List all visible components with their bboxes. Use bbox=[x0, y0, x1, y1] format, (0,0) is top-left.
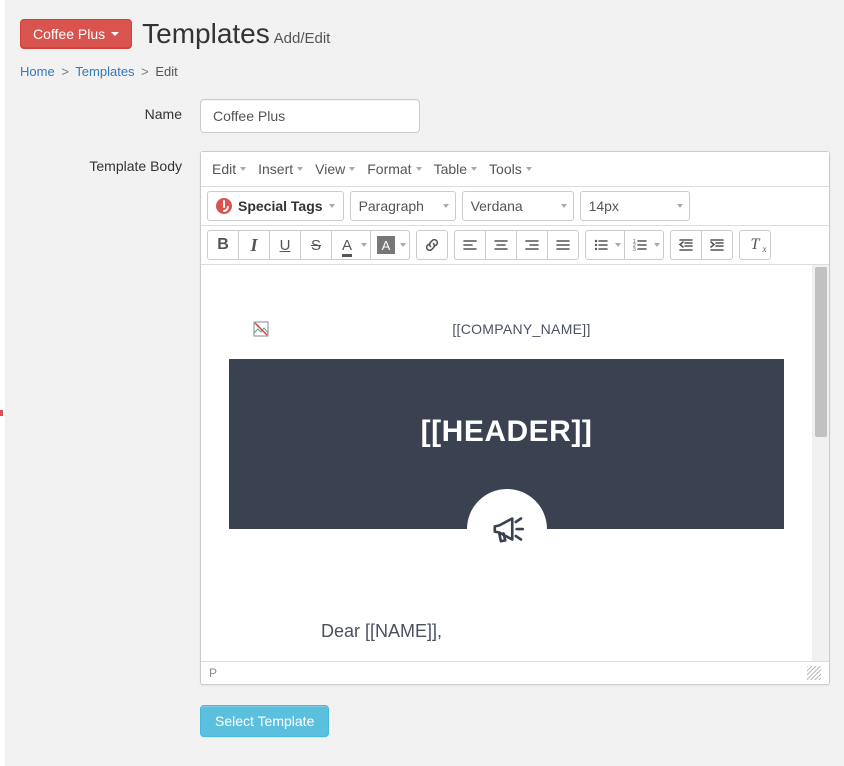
company-name-placeholder: [[COMPANY_NAME]] bbox=[283, 321, 760, 337]
chevron-down-icon bbox=[240, 167, 246, 171]
italic-button[interactable]: I bbox=[238, 230, 270, 260]
menu-edit[interactable]: Edit bbox=[207, 156, 251, 182]
name-input[interactable] bbox=[200, 99, 420, 133]
editor-menubar: Edit Insert View Format Table Tools bbox=[201, 152, 829, 187]
outdent-button[interactable] bbox=[670, 230, 702, 260]
broken-image-icon bbox=[253, 321, 269, 337]
name-label: Name bbox=[20, 99, 200, 122]
page-title: Templates bbox=[142, 18, 270, 49]
breadcrumb-current: Edit bbox=[155, 64, 177, 79]
outdent-icon bbox=[678, 237, 694, 253]
body-label: Template Body bbox=[20, 151, 200, 174]
text-color-button[interactable]: A bbox=[331, 230, 371, 260]
tag-icon bbox=[216, 198, 232, 214]
align-left-icon bbox=[462, 237, 478, 253]
breadcrumb-home[interactable]: Home bbox=[20, 64, 55, 79]
chevron-down-icon bbox=[416, 167, 422, 171]
editor-scrollbar[interactable] bbox=[812, 265, 829, 661]
site-selector-button[interactable]: Coffee Plus bbox=[20, 19, 132, 49]
svg-text:3: 3 bbox=[633, 247, 636, 253]
chevron-down-icon bbox=[561, 204, 567, 208]
clear-formatting-icon: Tx bbox=[751, 236, 760, 254]
megaphone-badge bbox=[467, 489, 547, 569]
editor-toolbar-row-1: Special Tags Paragraph Verdana 14px bbox=[201, 187, 829, 226]
rich-text-editor: Edit Insert View Format Table Tools Spec… bbox=[200, 151, 830, 685]
site-selector-label: Coffee Plus bbox=[33, 26, 105, 42]
breadcrumb-templates[interactable]: Templates bbox=[75, 64, 134, 79]
bullet-list-icon bbox=[593, 237, 609, 253]
text-color-icon: A bbox=[342, 237, 352, 254]
font-size-select[interactable]: 14px bbox=[580, 191, 690, 221]
greeting-text: Dear [[NAME]], bbox=[229, 621, 784, 642]
editor-canvas[interactable]: [[COMPANY_NAME]] [[HEADER]] Dear [[NAM bbox=[201, 265, 812, 661]
bold-icon: B bbox=[217, 237, 229, 253]
italic-icon: I bbox=[250, 236, 257, 254]
megaphone-icon bbox=[486, 508, 528, 550]
bullet-list-button[interactable] bbox=[585, 230, 625, 260]
chevron-down-icon bbox=[329, 204, 335, 208]
caret-down-icon bbox=[111, 32, 119, 36]
scrollbar-thumb[interactable] bbox=[815, 267, 827, 437]
underline-icon: U bbox=[280, 238, 291, 253]
align-left-button[interactable] bbox=[454, 230, 486, 260]
clear-formatting-button[interactable]: Tx bbox=[739, 230, 771, 260]
special-tags-button[interactable]: Special Tags bbox=[207, 191, 344, 221]
page-title-wrap: Templates Add/Edit bbox=[142, 18, 330, 50]
strikethrough-button[interactable]: S bbox=[300, 230, 332, 260]
chevron-down-icon bbox=[471, 167, 477, 171]
page-header: Coffee Plus Templates Add/Edit bbox=[20, 18, 838, 50]
align-right-icon bbox=[524, 237, 540, 253]
align-justify-icon bbox=[555, 237, 571, 253]
numbered-list-icon: 123 bbox=[632, 237, 648, 253]
indent-button[interactable] bbox=[701, 230, 733, 260]
font-family-select[interactable]: Verdana bbox=[462, 191, 574, 221]
chevron-down-icon bbox=[297, 167, 303, 171]
menu-tools[interactable]: Tools bbox=[484, 156, 537, 182]
chevron-down-icon bbox=[526, 167, 532, 171]
background-color-button[interactable]: A bbox=[370, 230, 410, 260]
indent-icon bbox=[709, 237, 725, 253]
align-center-button[interactable] bbox=[485, 230, 517, 260]
align-center-icon bbox=[493, 237, 509, 253]
menu-format[interactable]: Format bbox=[362, 156, 426, 182]
resize-handle[interactable] bbox=[807, 666, 821, 680]
menu-insert[interactable]: Insert bbox=[253, 156, 308, 182]
chevron-down-icon bbox=[443, 204, 449, 208]
block-format-select[interactable]: Paragraph bbox=[350, 191, 456, 221]
chevron-down-icon bbox=[349, 167, 355, 171]
insert-link-button[interactable] bbox=[416, 230, 448, 260]
chevron-down-icon bbox=[677, 204, 683, 208]
underline-button[interactable]: U bbox=[269, 230, 301, 260]
numbered-list-button[interactable]: 123 bbox=[624, 230, 664, 260]
breadcrumb-sep: > bbox=[61, 64, 69, 79]
align-justify-button[interactable] bbox=[547, 230, 579, 260]
strikethrough-icon: S bbox=[311, 238, 321, 253]
menu-view[interactable]: View bbox=[310, 156, 360, 182]
editor-statusbar: P bbox=[201, 661, 829, 684]
status-path[interactable]: P bbox=[209, 666, 217, 680]
menu-table[interactable]: Table bbox=[429, 156, 482, 182]
breadcrumb: Home > Templates > Edit bbox=[20, 64, 838, 79]
email-hero: [[HEADER]] bbox=[229, 359, 784, 529]
breadcrumb-sep: > bbox=[141, 64, 149, 79]
editor-toolbar-row-2: B I U S A A bbox=[201, 226, 829, 265]
page-subtitle: Add/Edit bbox=[274, 30, 331, 47]
header-placeholder: [[HEADER]] bbox=[239, 415, 774, 449]
align-right-button[interactable] bbox=[516, 230, 548, 260]
bold-button[interactable]: B bbox=[207, 230, 239, 260]
select-template-button[interactable]: Select Template bbox=[200, 705, 329, 737]
background-color-icon: A bbox=[377, 236, 395, 254]
link-icon bbox=[424, 237, 440, 253]
